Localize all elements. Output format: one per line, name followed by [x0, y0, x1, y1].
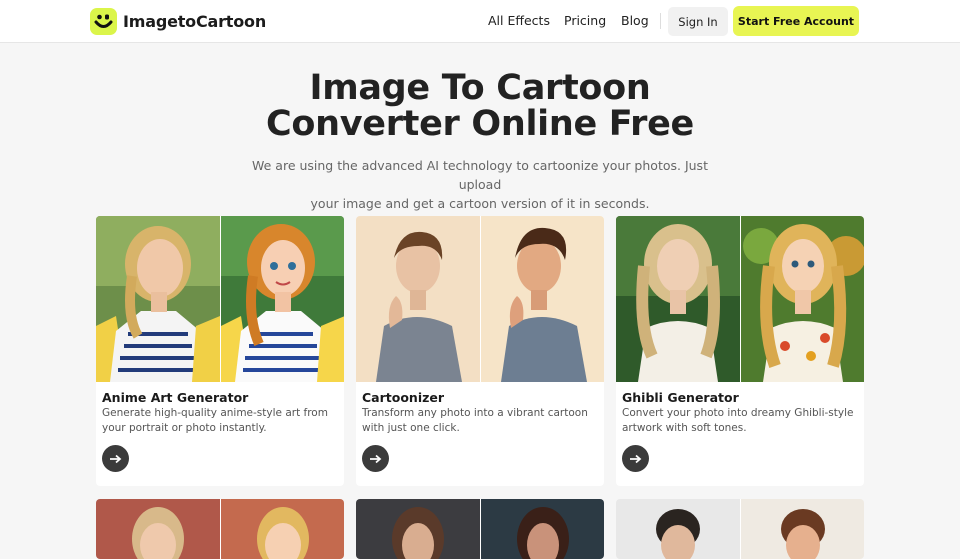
card-title: Cartoonizer [362, 390, 445, 405]
brand-name: ImagetoCartoon [123, 12, 267, 31]
cartoon-result [740, 216, 864, 382]
effect-card-row2-3[interactable] [616, 499, 864, 559]
nav-pricing[interactable]: Pricing [564, 13, 606, 28]
effect-card-row2-2[interactable] [356, 499, 604, 559]
sign-in-button[interactable]: Sign In [668, 7, 728, 36]
arrow-right-icon[interactable] [622, 445, 649, 472]
before-after-image [356, 216, 604, 382]
brand-logo[interactable]: ImagetoCartoon [90, 8, 266, 35]
cartoon-result [480, 216, 604, 382]
original-photo [356, 499, 480, 559]
cartoon-result [220, 216, 344, 382]
before-after-image [96, 216, 344, 382]
card-description: Transform any photo into a vibrant carto… [362, 407, 588, 434]
arrow-right-icon[interactable] [102, 445, 129, 472]
cartoon-result [220, 499, 344, 559]
nav-blog[interactable]: Blog [621, 13, 649, 28]
original-photo [616, 216, 740, 382]
page-subtitle-line-2: your image and get a cartoon version of … [310, 196, 650, 211]
start-free-account-button[interactable]: Start Free Account [733, 6, 859, 36]
effect-card-cartoonizer[interactable]: Cartoonizer Transform any photo into a v… [356, 216, 604, 486]
before-after-image [616, 216, 864, 382]
page-title: Image To Cartoon Converter Online Free [0, 70, 960, 142]
top-navbar: ImagetoCartoon All Effects Pricing Blog … [0, 0, 960, 43]
effect-card-ghibli[interactable]: Ghibli Generator Convert your photo into… [616, 216, 864, 486]
smiley-face-icon [90, 8, 117, 35]
original-photo [356, 216, 480, 382]
page-title-line-2: Converter Online Free [266, 104, 694, 144]
card-title: Anime Art Generator [102, 390, 249, 405]
page-subtitle: We are using the advanced AI technology … [240, 156, 720, 213]
cartoon-result [740, 499, 864, 559]
cartoon-result [480, 499, 604, 559]
page-subtitle-line-1: We are using the advanced AI technology … [252, 158, 708, 192]
card-title: Ghibli Generator [622, 390, 739, 405]
original-photo [616, 499, 740, 559]
effect-card-row2-1[interactable] [96, 499, 344, 559]
card-description: Convert your photo into dreamy Ghibli-st… [622, 407, 854, 434]
page-title-line-1: Image To Cartoon [309, 68, 651, 108]
nav-all-effects[interactable]: All Effects [488, 13, 550, 28]
effect-card-anime[interactable]: Anime Art Generator Generate high-qualit… [96, 216, 344, 486]
original-photo [96, 499, 220, 559]
arrow-right-icon[interactable] [362, 445, 389, 472]
original-photo [96, 216, 220, 382]
nav-divider [660, 13, 661, 29]
card-description: Generate high-quality anime-style art fr… [102, 407, 328, 434]
